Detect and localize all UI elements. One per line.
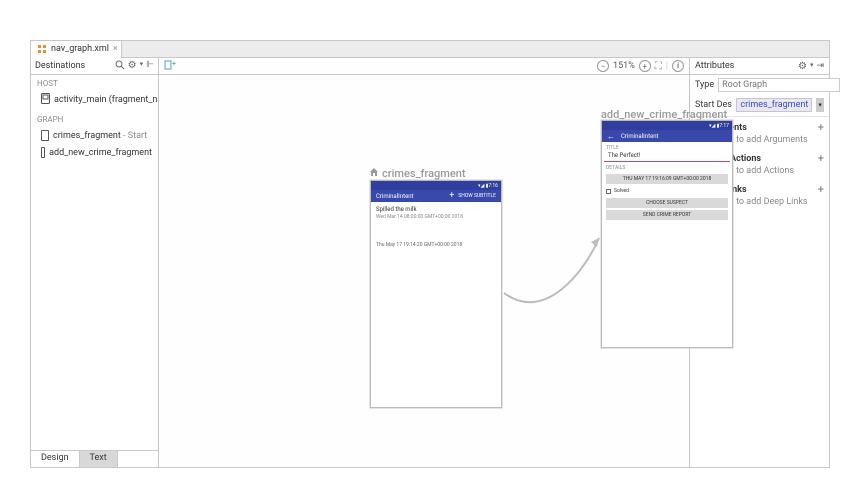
mock-app-title: CriminalIntent: [376, 193, 414, 200]
back-icon: ←: [607, 132, 615, 141]
graph-section-label: GRAPH: [31, 111, 158, 127]
destination-label: crimes_fragment: [369, 167, 466, 180]
gear-icon[interactable]: ⚙: [798, 61, 807, 72]
graph-item-name: crimes_fragment: [53, 131, 121, 141]
destination-preview-add-crime[interactable]: ▾◢ ▮ 7:17 ← CriminalIntent TITLE The Per…: [601, 120, 733, 348]
mock-app-title: CriminalIntent: [621, 133, 659, 140]
list-item: Thu May 17 19:14:20 GMT+00:00 2018: [371, 238, 501, 252]
zoom-level: 151%: [613, 61, 635, 71]
add-icon: +: [449, 191, 454, 201]
file-tab[interactable]: nav_graph.xml ×: [31, 41, 122, 58]
add-argument-button[interactable]: +: [818, 121, 824, 134]
add-deeplink-button[interactable]: +: [818, 183, 824, 196]
mock-appbar: ← CriminalIntent: [602, 130, 732, 142]
tab-design[interactable]: Design: [31, 451, 80, 467]
svg-text:+: +: [172, 60, 176, 68]
nav-canvas[interactable]: + − 151% + ⛶ | i crimes_fragment ▾◢ ▮ 7:…: [159, 58, 689, 467]
host-row-label: activity_main (fragment_nav_hos: [54, 95, 158, 105]
attributes-header: Attributes ⚙ ▾ ⇥: [690, 58, 829, 75]
start-destination-field[interactable]: crimes_fragment: [736, 98, 812, 112]
attributes-title: Attributes: [695, 61, 734, 71]
editor-frame: nav_graph.xml × Destinations ⚙ ▾ ⊩ HOST: [30, 40, 830, 468]
graph-item-suffix: - Start: [121, 131, 147, 141]
graph-item[interactable]: add_new_crime_fragment: [31, 144, 158, 161]
list-item: Spilled the milk Wed Mar 14 08:00:00 GMT…: [371, 202, 501, 224]
zoom-in-button[interactable]: +: [639, 60, 651, 72]
gear-icon[interactable]: ⚙: [128, 60, 137, 73]
mock-appbar: CriminalIntent + SHOW SUBTITLE: [371, 190, 501, 202]
attr-type-row: Type: [690, 75, 829, 95]
mock-field-label: TITLE: [602, 142, 732, 152]
tab-text[interactable]: Text: [80, 451, 118, 467]
mock-solved-check: Solved: [602, 186, 732, 196]
chevron-down-icon[interactable]: ▾: [140, 60, 144, 73]
nav-graph-icon: [37, 44, 47, 54]
nav-action-arrow: [494, 213, 614, 333]
add-destination-icon[interactable]: +: [164, 60, 176, 72]
chevron-down-icon[interactable]: ▾: [810, 61, 814, 72]
tree-icon[interactable]: ⊩: [146, 60, 154, 73]
mock-title-field: The Perfect!: [604, 152, 730, 162]
mock-statusbar: ▾◢ ▮ 7:17: [602, 121, 732, 130]
info-button[interactable]: i: [672, 60, 684, 72]
activity-icon: [41, 93, 50, 107]
host-row[interactable]: activity_main (fragment_nav_hos: [31, 91, 158, 111]
file-tab-bar: nav_graph.xml ×: [31, 41, 829, 58]
canvas-toolbar: + − 151% + ⛶ | i: [159, 58, 689, 75]
destination-label-text: crimes_fragment: [382, 167, 466, 180]
destinations-header: Destinations ⚙ ▾ ⊩: [31, 58, 158, 75]
mock-suspect-button: CHOOSE SUSPECT: [606, 198, 728, 208]
fragment-icon: [41, 147, 45, 158]
destinations-title: Destinations: [35, 61, 85, 71]
graph-item[interactable]: crimes_fragment - Start: [31, 127, 158, 144]
fragment-icon: [41, 130, 49, 141]
close-icon[interactable]: ×: [113, 44, 118, 54]
mock-date-button: THU MAY 17 19:16:09 GMT+00:00 2018: [606, 174, 728, 184]
attr-label: Type: [695, 80, 714, 90]
dropdown-button[interactable]: ▾: [816, 98, 824, 112]
graph-item-name: add_new_crime_fragment: [49, 148, 152, 158]
mock-field-label: DETAILS: [602, 162, 732, 172]
collapse-icon[interactable]: ⇥: [816, 61, 824, 72]
add-action-button[interactable]: +: [818, 152, 824, 165]
search-icon[interactable]: [115, 60, 125, 73]
zoom-fit-button[interactable]: ⛶: [655, 61, 662, 72]
mock-report-button: SEND CRIME REPORT: [606, 210, 728, 220]
mock-statusbar: ▾◢ ▮ 7:16: [371, 181, 501, 190]
file-tab-label: nav_graph.xml: [51, 44, 109, 54]
footer-tabs: Design Text: [31, 450, 158, 467]
home-icon: [369, 167, 379, 180]
host-section-label: HOST: [31, 75, 158, 91]
destination-preview-crimes[interactable]: ▾◢ ▮ 7:16 CriminalIntent + SHOW SUBTITLE…: [370, 180, 502, 408]
destinations-panel: Destinations ⚙ ▾ ⊩ HOST activity_main (f…: [31, 58, 159, 467]
type-field[interactable]: [718, 78, 840, 92]
zoom-out-button[interactable]: −: [597, 60, 609, 72]
mock-action-label: SHOW SUBTITLE: [458, 193, 496, 199]
